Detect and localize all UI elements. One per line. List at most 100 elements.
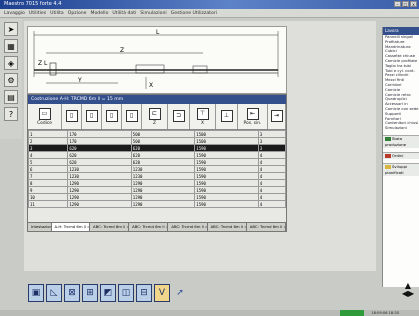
table-row[interactable]: 5 620 620 1590 4 bbox=[27, 158, 287, 166]
window-icon[interactable]: ⊟ bbox=[136, 284, 152, 302]
table-cell[interactable]: 500 bbox=[130, 130, 196, 138]
table-cell[interactable]: 620 bbox=[130, 151, 196, 159]
table-row[interactable]: 3 620 620 1590 3 bbox=[27, 144, 287, 152]
table-cell[interactable]: 620 bbox=[130, 158, 196, 166]
column-header[interactable]: ⇤ Pos. sin. bbox=[238, 104, 268, 129]
table-cell[interactable]: 1500 bbox=[194, 137, 259, 145]
arrow-icon[interactable]: ➚ bbox=[172, 284, 188, 302]
table-cell[interactable]: 1590 bbox=[194, 193, 259, 201]
table-cell[interactable]: 4 bbox=[257, 193, 287, 201]
table-cell[interactable]: 1230 bbox=[130, 165, 196, 173]
table-cell[interactable]: 8 bbox=[27, 179, 69, 187]
close-button[interactable]: x bbox=[410, 1, 417, 7]
table-cell[interactable]: 4 bbox=[257, 186, 287, 194]
panel-tab[interactable]: A-H: Trcmd 6m ll = 15 bbox=[51, 223, 90, 231]
column-header[interactable]: ▯ bbox=[82, 104, 102, 129]
nav-arrows[interactable]: ▲ ◀▶ bbox=[400, 282, 416, 304]
table-row[interactable]: 10 1290 1290 1590 4 bbox=[27, 193, 287, 201]
table-cell[interactable]: 1590 bbox=[194, 172, 259, 180]
menu-item[interactable]: Utilities bbox=[29, 9, 46, 17]
column-header[interactable]: ⊥ bbox=[216, 104, 238, 129]
table-cell[interactable]: 1590 bbox=[194, 165, 259, 173]
menu-item[interactable]: Utilità dati bbox=[112, 9, 136, 17]
table-cell[interactable]: 3 bbox=[27, 144, 69, 152]
column-header[interactable]: ▯ bbox=[122, 104, 142, 129]
box-icon[interactable]: ◫ bbox=[118, 284, 134, 302]
panel-tab[interactable]: ABC: Trcmd 6m ll = 15 bbox=[90, 223, 130, 231]
table-cell[interactable]: 4 bbox=[257, 165, 287, 173]
table-row[interactable]: 4 620 620 1590 4 bbox=[27, 151, 287, 159]
column-header[interactable]: ⊏ Z bbox=[142, 104, 168, 129]
table-cell[interactable]: 1290 bbox=[67, 179, 132, 187]
column-header[interactable]: ▯ bbox=[62, 104, 82, 129]
table-cell[interactable]: 10 bbox=[27, 193, 69, 201]
menu-item[interactable]: Opzione bbox=[68, 9, 87, 17]
layers-icon[interactable]: ◈ bbox=[4, 56, 18, 70]
rightpanel-section[interactable]: Sviluppi pianificati bbox=[383, 162, 419, 176]
validate-icon[interactable]: V bbox=[154, 284, 170, 302]
table-cell[interactable]: 1290 bbox=[67, 186, 132, 194]
rightpanel-section[interactable]: Stato produzione bbox=[383, 134, 419, 148]
table-row[interactable]: 8 1290 1290 1590 4 bbox=[27, 179, 287, 187]
panel-tab[interactable]: ABC: Trcmd 6m ll = 15 bbox=[247, 223, 286, 231]
table-cell[interactable]: 1 bbox=[27, 130, 69, 138]
table-cell[interactable]: 1230 bbox=[67, 165, 132, 173]
table-cell[interactable]: 1590 bbox=[194, 200, 259, 208]
table-cell[interactable]: 5 bbox=[27, 158, 69, 166]
table-row[interactable]: 9 1290 1290 1590 4 bbox=[27, 186, 287, 194]
table-row[interactable]: 11 1290 1290 1590 4 bbox=[27, 200, 287, 208]
table-cell[interactable]: 620 bbox=[67, 151, 132, 159]
table-cell[interactable]: 1590 bbox=[194, 179, 259, 187]
table-cell[interactable]: 1230 bbox=[67, 172, 132, 180]
split-frame-icon[interactable]: ⊞ bbox=[82, 284, 98, 302]
menu-item[interactable]: Utilita bbox=[50, 9, 64, 17]
menu-item[interactable]: Lavaggio bbox=[4, 9, 25, 17]
table-cell[interactable]: 620 bbox=[130, 144, 196, 152]
table-cell[interactable]: 1500 bbox=[194, 130, 259, 138]
table-cell[interactable]: 4 bbox=[257, 179, 287, 187]
panel-tab[interactable]: Intestazioni bbox=[28, 223, 52, 231]
table-cell[interactable]: 4 bbox=[257, 200, 287, 208]
table-cell[interactable]: 4 bbox=[27, 151, 69, 159]
diagonal-frame-icon[interactable]: ◩ bbox=[100, 284, 116, 302]
cross-frame-icon[interactable]: ⊠ bbox=[64, 284, 80, 302]
menu-item[interactable]: Modello bbox=[91, 9, 109, 17]
menu-item[interactable]: Simulazioni bbox=[140, 9, 166, 17]
report-icon[interactable]: ▤ bbox=[4, 90, 18, 104]
table-cell[interactable]: 1590 bbox=[194, 151, 259, 159]
table-cell[interactable]: 1290 bbox=[130, 186, 196, 194]
panel-tab[interactable]: ABC: Trcmd 6m ll = 15 bbox=[168, 223, 208, 231]
table-cell[interactable]: 1230 bbox=[130, 172, 196, 180]
minimize-button[interactable]: – bbox=[394, 1, 401, 7]
table-cell[interactable]: 1590 bbox=[194, 158, 259, 166]
table-cell[interactable]: 3 bbox=[257, 144, 287, 152]
table-row[interactable]: 2 170 500 1500 3 bbox=[27, 137, 287, 145]
table-cell[interactable]: 9 bbox=[27, 186, 69, 194]
table-cell[interactable]: 11 bbox=[27, 200, 69, 208]
table-cell[interactable]: 2 bbox=[27, 137, 69, 145]
table-cell[interactable]: 1290 bbox=[130, 179, 196, 187]
column-header[interactable]: ▯ bbox=[102, 104, 122, 129]
table-row[interactable]: 1 170 500 1500 3 bbox=[27, 130, 287, 138]
table-cell[interactable]: 6 bbox=[27, 165, 69, 173]
select-icon[interactable]: ▦ bbox=[4, 39, 18, 53]
table-cell[interactable]: 1290 bbox=[67, 200, 132, 208]
table-cell[interactable]: 4 bbox=[257, 158, 287, 166]
table-cell[interactable]: 4 bbox=[257, 172, 287, 180]
maximize-button[interactable]: □ bbox=[402, 1, 409, 7]
rightpanel-section[interactable]: Ordini bbox=[383, 151, 419, 159]
panel-tab[interactable]: ABC: Trcmd 6m ll = 15 bbox=[129, 223, 169, 231]
table-row[interactable]: 7 1230 1230 1590 4 bbox=[27, 172, 287, 180]
table-cell[interactable]: 620 bbox=[67, 144, 132, 152]
table-cell[interactable]: 7 bbox=[27, 172, 69, 180]
table-cell[interactable]: 1590 bbox=[194, 144, 259, 152]
column-header[interactable]: ⇥ bbox=[268, 104, 286, 129]
table-row[interactable]: 6 1230 1230 1590 4 bbox=[27, 165, 287, 173]
help-icon[interactable]: ? bbox=[4, 107, 18, 121]
table-cell[interactable]: 3 bbox=[257, 130, 287, 138]
column-header[interactable]: ▭ Codice bbox=[28, 104, 62, 129]
rightpanel-item[interactable]: Simulazioni bbox=[383, 126, 419, 131]
cursor-icon[interactable]: ➤ bbox=[4, 22, 18, 36]
table-cell[interactable]: 620 bbox=[67, 158, 132, 166]
column-header[interactable]: ⊤ X bbox=[190, 104, 216, 129]
